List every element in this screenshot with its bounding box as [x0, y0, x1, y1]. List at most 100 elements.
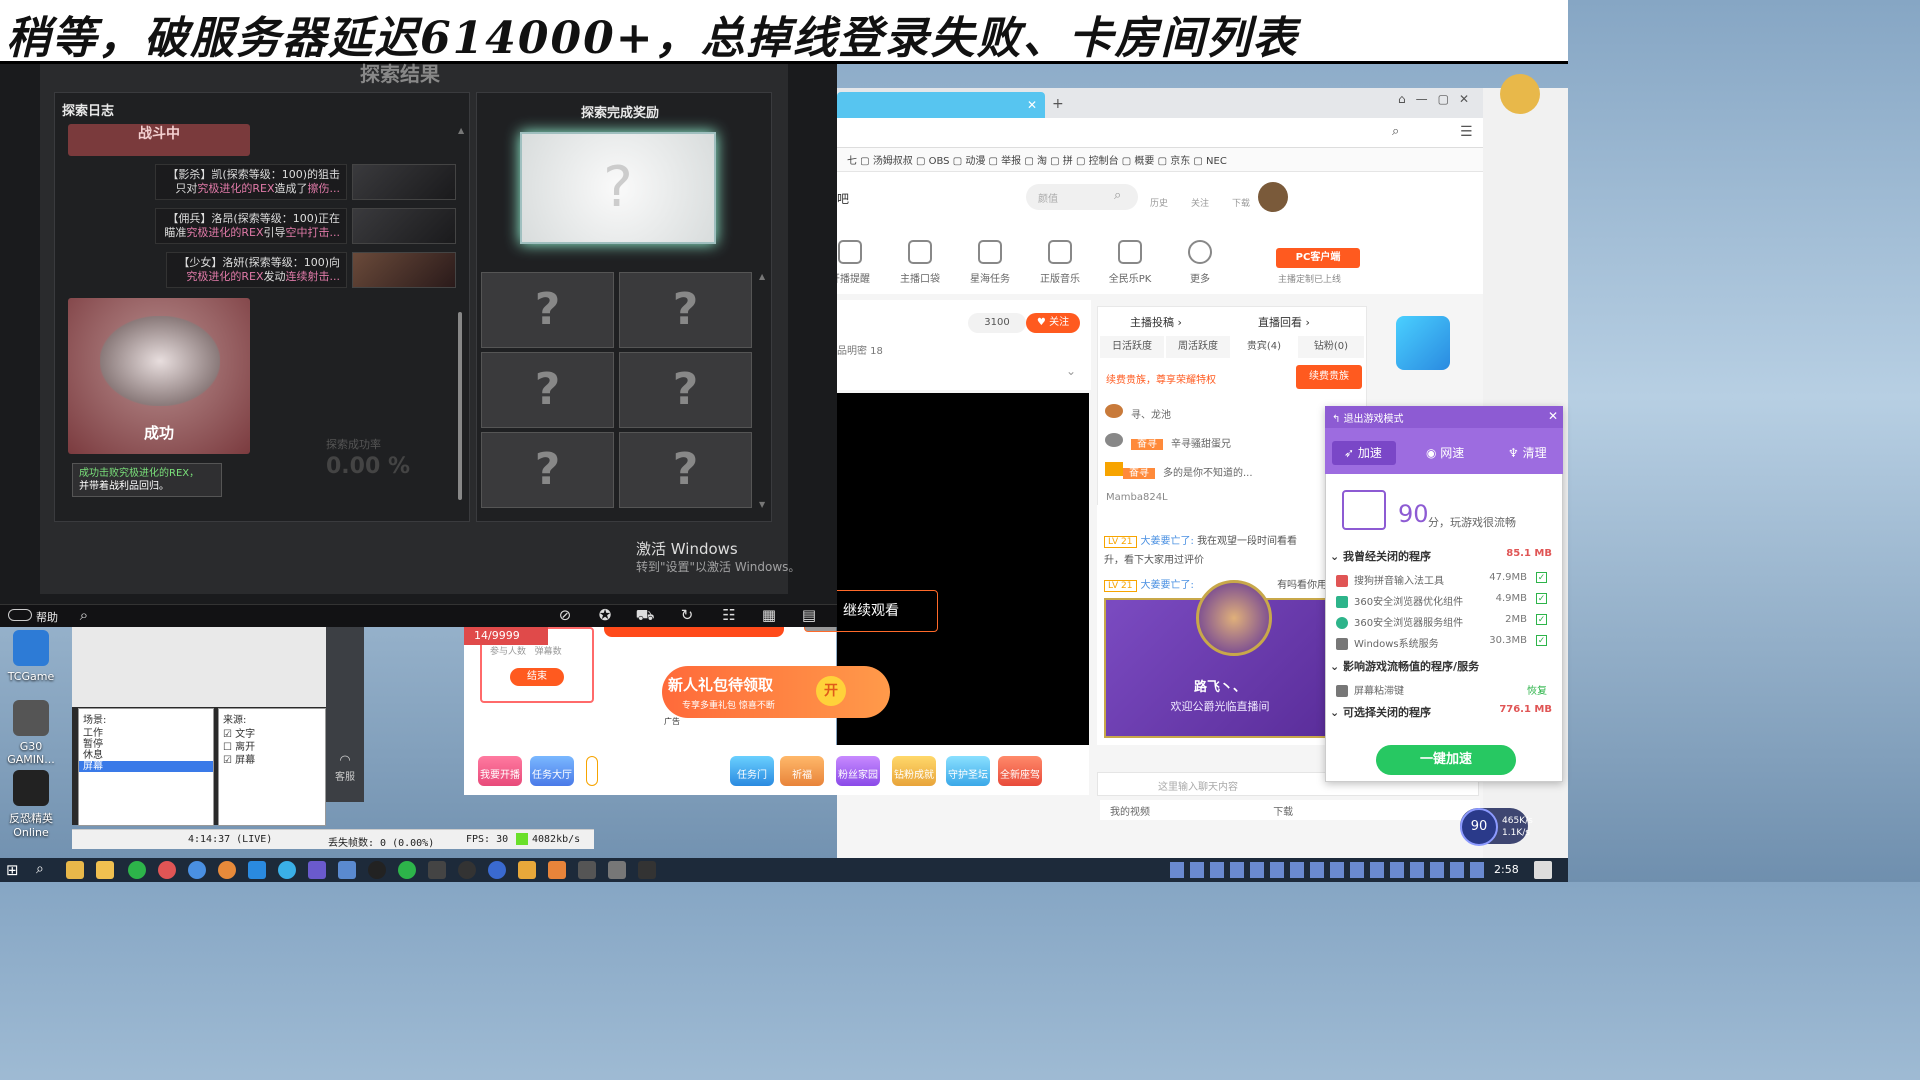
window-controls[interactable]: ⌂—▢✕ — [1398, 92, 1479, 106]
bookmark[interactable]: 汤姆叔叔 — [873, 156, 913, 167]
film-icon[interactable]: ▤ — [799, 605, 819, 625]
func-music[interactable]: 正版音乐 — [1030, 240, 1090, 285]
cso-taskbar-icon[interactable] — [638, 861, 656, 879]
app-icon[interactable] — [548, 861, 566, 879]
steam-icon[interactable] — [428, 861, 446, 879]
browser-tab-active[interactable] — [837, 92, 1045, 118]
scroll-up-icon[interactable]: ▲ — [458, 126, 464, 135]
rank-row[interactable]: 奋寻 辛寻骚甜蛋兄 — [1105, 433, 1231, 450]
rank-row[interactable]: 寻、龙池 — [1105, 404, 1171, 421]
exit-game-mode[interactable]: ↰ 退出游戏模式 — [1332, 410, 1404, 425]
chat-user[interactable]: 大姜要亡了: — [1141, 536, 1194, 547]
tab-diamond[interactable]: 钻粉(0) — [1298, 336, 1364, 358]
reward-slot[interactable]: ? — [619, 352, 752, 428]
log-scrollbar[interactable] — [458, 312, 462, 500]
wechat-icon[interactable] — [128, 861, 146, 879]
promo-sticker-icon[interactable] — [1396, 316, 1450, 370]
section-impact[interactable]: ⌄ 影响游戏流畅值的程序/服务 — [1330, 658, 1479, 674]
one-key-accelerate-button[interactable]: 一键加速 — [1376, 745, 1516, 775]
renew-button[interactable]: 续费贵族 — [1296, 365, 1362, 389]
my-videos-link[interactable]: 我的视频 — [1110, 807, 1150, 818]
bookmark[interactable]: 京东 — [1170, 156, 1190, 167]
windows-start-icon[interactable]: ⊞ — [6, 861, 19, 879]
system-tray-icons[interactable] — [1170, 862, 1486, 878]
search-icon[interactable]: ⌕ — [36, 861, 44, 877]
reward-slot[interactable]: ? — [619, 272, 752, 348]
app-icon[interactable] — [518, 861, 536, 879]
bookmark[interactable]: 举报 — [1001, 156, 1021, 167]
func-more[interactable]: 更多 — [1170, 240, 1230, 285]
desktop-icon-cso[interactable]: 反恐精英 Online — [0, 770, 62, 839]
address-bar[interactable] — [837, 118, 1483, 148]
performance-gauge[interactable]: 90 — [1460, 808, 1498, 846]
reward-slot[interactable]: ? — [619, 432, 752, 508]
section-closed-programs[interactable]: ⌄ 我曾经关闭的程序 85.1 MB — [1330, 548, 1552, 564]
notification-icon[interactable] — [1534, 861, 1552, 879]
app-icon[interactable] — [488, 861, 506, 879]
scroll-up-icon[interactable]: ▲ — [759, 272, 765, 281]
fan-home-icon[interactable]: 粉丝家园 — [836, 756, 880, 786]
ie-icon[interactable] — [278, 861, 296, 879]
download-link[interactable]: 下载 — [1273, 807, 1293, 818]
search-icon[interactable]: ⌕ — [1392, 124, 1399, 139]
tab-submissions[interactable]: 主播投稿 › — [1130, 314, 1182, 330]
app-icon[interactable] — [578, 861, 596, 879]
app-icon[interactable] — [308, 861, 326, 879]
app-icon[interactable] — [608, 861, 626, 879]
new-vehicle-icon[interactable]: 全新座驾 — [998, 756, 1042, 786]
end-task-button[interactable]: 结束 — [510, 668, 564, 686]
guard-altar-icon[interactable]: 守护圣坛 — [946, 756, 990, 786]
reward-slot[interactable]: ? — [481, 352, 614, 428]
source-item[interactable]: ☐ 离开 — [219, 741, 325, 754]
chat-user[interactable]: 大姜要亡了: — [1141, 580, 1194, 591]
mission-list-icon[interactable]: ☷ — [719, 605, 739, 625]
search-icon[interactable]: ⌕ — [1114, 188, 1121, 203]
store-icon[interactable] — [248, 861, 266, 879]
bookmark[interactable]: 拼 — [1063, 156, 1073, 167]
obs-icon[interactable] — [458, 861, 476, 879]
scene-item[interactable]: 工作 — [79, 728, 213, 739]
bookmark[interactable]: 动漫 — [965, 156, 985, 167]
task-hall-icon[interactable]: 任务大厅 — [530, 756, 574, 786]
close-tab-icon[interactable]: ✕ — [1027, 98, 1037, 112]
tab-replay[interactable]: 直播回看 › — [1258, 314, 1310, 330]
help-button[interactable]: 帮助 — [36, 609, 58, 625]
tab-network[interactable]: ◉ 网速 — [1426, 441, 1464, 465]
clock[interactable]: 2:58 — [1494, 863, 1519, 876]
avatar[interactable] — [1258, 182, 1288, 212]
chrome-icon[interactable] — [158, 861, 176, 879]
character-icon[interactable]: ✪ — [595, 605, 615, 625]
firefox-icon[interactable] — [218, 861, 236, 879]
main-reward-slot[interactable]: ? — [520, 132, 716, 244]
start-stream-icon[interactable]: 我要开播 — [478, 756, 522, 786]
tab-vip[interactable]: 贵宾(4) — [1232, 336, 1296, 358]
chevron-down-icon[interactable]: ⌄ — [1066, 364, 1076, 378]
shop-cart-icon[interactable]: ⛟ — [635, 605, 655, 625]
source-item[interactable]: ☑ 文字 — [219, 728, 325, 741]
bookmark[interactable]: OBS — [929, 156, 950, 167]
process-checkbox[interactable]: ✓ — [1536, 593, 1547, 604]
qq-icon[interactable] — [368, 861, 386, 879]
wechat-icon[interactable] — [398, 861, 416, 879]
bookmark[interactable]: 淘 — [1037, 156, 1047, 167]
task-door-icon[interactable]: 任务门 — [730, 756, 774, 786]
app-icon[interactable] — [338, 861, 356, 879]
process-checkbox[interactable]: ✓ — [1536, 572, 1547, 583]
scroll-toggle[interactable] — [586, 756, 598, 786]
download-link[interactable]: 下载 — [1232, 196, 1250, 209]
pc-client-button[interactable]: PC客户端 — [1276, 248, 1360, 268]
reward-slot[interactable]: ? — [481, 272, 614, 348]
bookmark[interactable]: 七 — [847, 156, 857, 167]
customer-service[interactable]: ◠ 客服 — [326, 627, 364, 802]
restore-link[interactable]: 恢复 — [1527, 682, 1547, 697]
explorer-icon[interactable] — [66, 861, 84, 879]
bookmark[interactable]: 概要 — [1134, 156, 1154, 167]
desktop-icon-g30[interactable]: G30 GAMIN... — [0, 700, 62, 766]
process-checkbox[interactable]: ✓ — [1536, 635, 1547, 646]
newbie-gift-banner[interactable]: 新人礼包待领取 专享多重礼包 惊喜不断 开 — [662, 666, 890, 718]
tab-weekly[interactable]: 周活跃度 — [1166, 336, 1230, 358]
section-optional[interactable]: ⌄ 可选择关闭的程序 776.1 MB — [1330, 704, 1552, 720]
game-helper-icon[interactable] — [1500, 74, 1540, 114]
tab-clean[interactable]: ♆ 清理 — [1508, 441, 1547, 465]
follow-button[interactable]: ♥ 关注 — [1026, 313, 1080, 333]
